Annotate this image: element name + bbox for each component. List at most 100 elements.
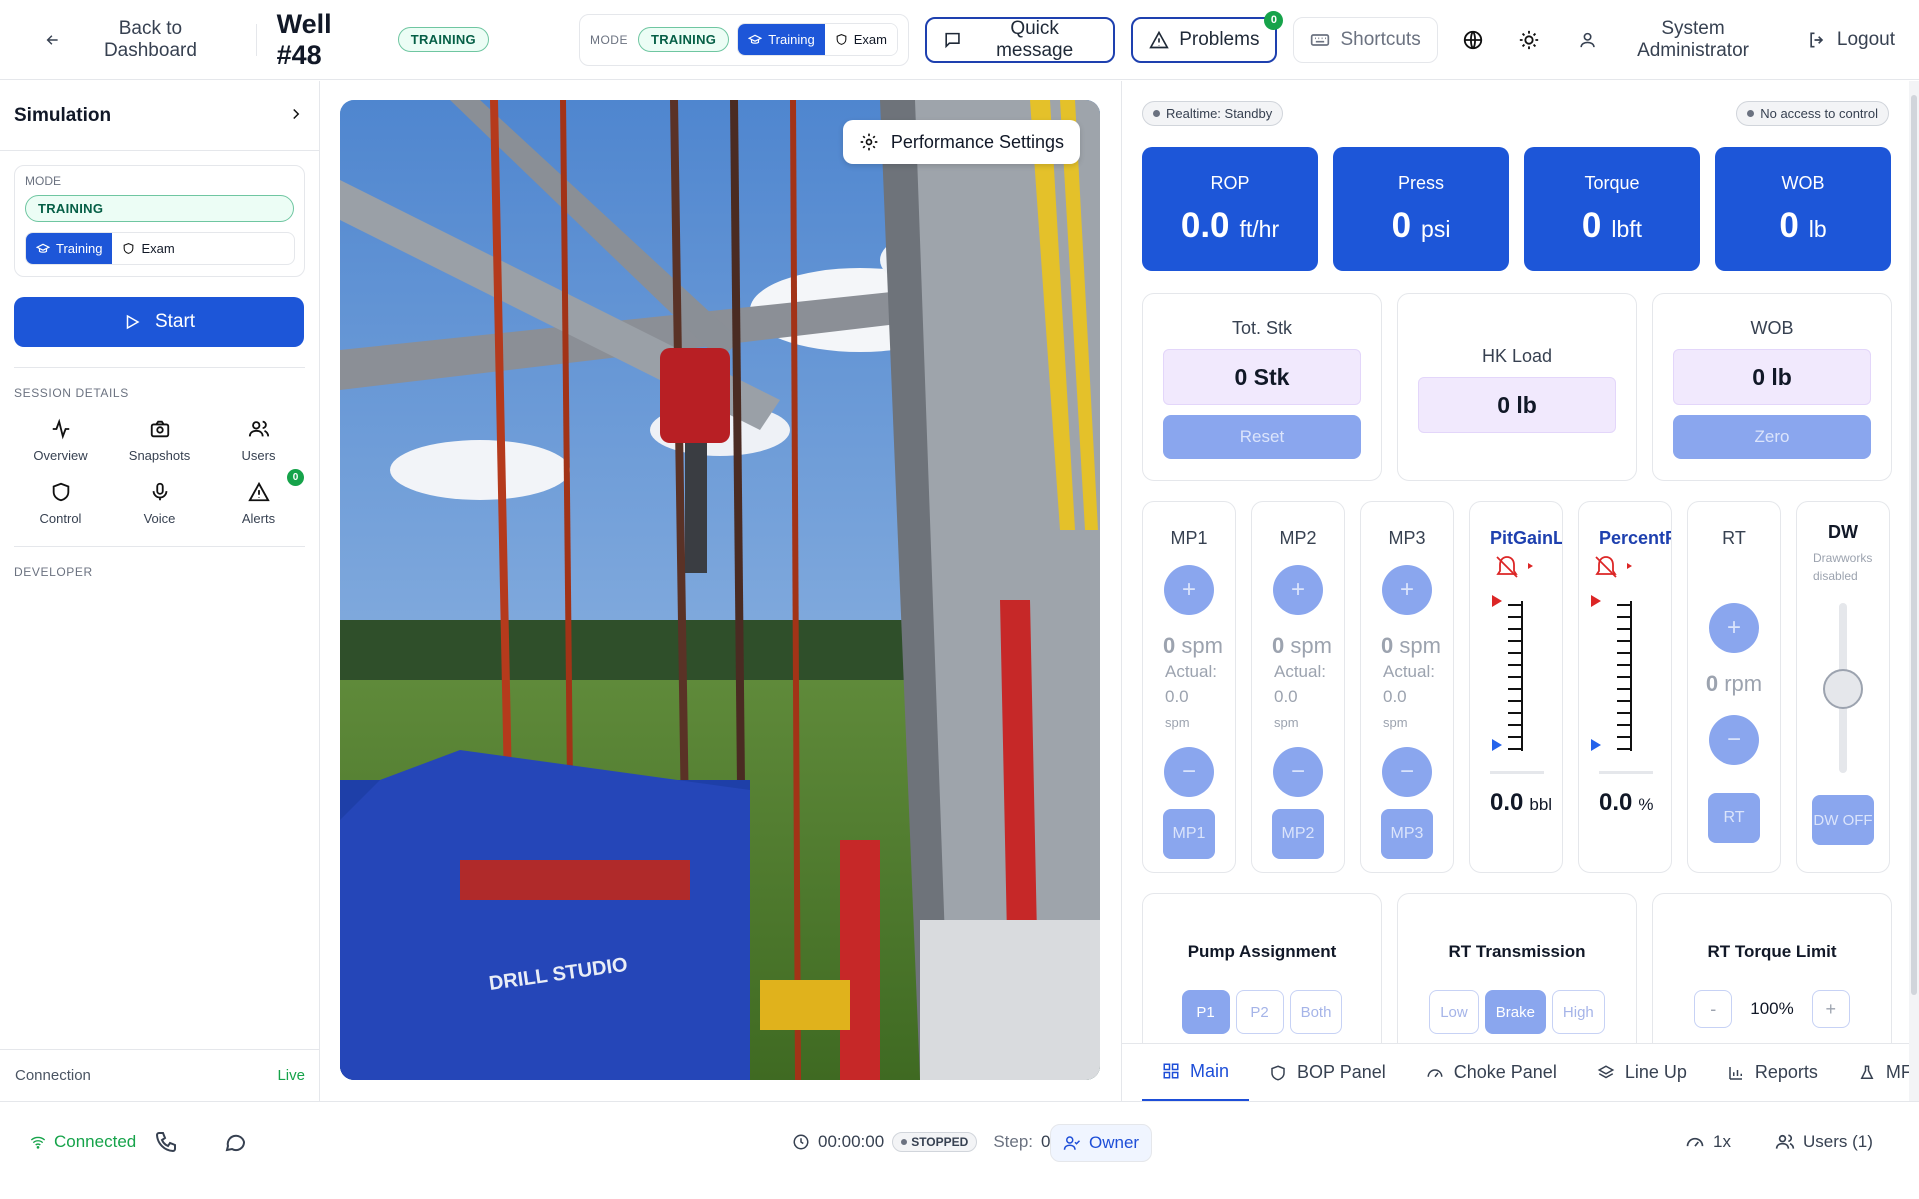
- training-mode-button[interactable]: Training: [738, 24, 825, 55]
- logout-button[interactable]: Logout: [1807, 29, 1895, 51]
- overview-label: Overview: [33, 448, 88, 463]
- owner-label: Owner: [1089, 1133, 1140, 1152]
- user-name: System Administrator: [1637, 17, 1749, 61]
- mp1-toggle-button[interactable]: MP1: [1163, 809, 1215, 859]
- rt-brake-option[interactable]: Brake: [1484, 990, 1546, 1034]
- access-status-pill: No access to control: [1736, 101, 1889, 126]
- wob-card: WOB 0 lb: [1715, 147, 1891, 271]
- mp3-toggle-button[interactable]: MP3: [1381, 809, 1433, 859]
- reset-strokes-button[interactable]: Reset: [1163, 415, 1361, 459]
- tab-reports[interactable]: Reports: [1707, 1044, 1838, 1102]
- mp2-decrease-button[interactable]: −: [1273, 747, 1323, 797]
- pit-gain-high-marker: [1492, 595, 1502, 607]
- pump-p2-option[interactable]: P2: [1235, 990, 1284, 1034]
- back-label: Back to Dashboard: [103, 17, 197, 61]
- tab-main[interactable]: Main: [1142, 1044, 1250, 1102]
- users-count-button[interactable]: Users (1): [1775, 1132, 1873, 1152]
- panel-scrollbar[interactable]: [1909, 81, 1919, 1101]
- mp3-decrease-button[interactable]: −: [1382, 747, 1432, 797]
- collapse-sidebar-button[interactable]: [287, 105, 305, 126]
- mp1-decrease-button[interactable]: −: [1164, 747, 1214, 797]
- timer-value: 00:00:00: [818, 1132, 885, 1151]
- scrollbar-thumb[interactable]: [1911, 95, 1917, 995]
- session-users-button[interactable]: Users: [209, 418, 308, 463]
- zero-wob-button[interactable]: Zero: [1673, 415, 1871, 459]
- sidebar-training-button[interactable]: Training: [26, 233, 113, 264]
- language-globe-button[interactable]: [1452, 18, 1494, 62]
- dw-slider-thumb[interactable]: [1823, 669, 1863, 709]
- wob-readout-card: WOB 0 lb Zero: [1652, 293, 1892, 481]
- session-alerts-button[interactable]: Alerts 0: [209, 469, 308, 526]
- mp3-increase-button[interactable]: +: [1382, 565, 1432, 615]
- mp1-increase-button[interactable]: +: [1164, 565, 1214, 615]
- users-icon: [1775, 1134, 1795, 1149]
- message-square-icon: [945, 32, 960, 48]
- session-overview-button[interactable]: Overview: [11, 418, 110, 463]
- rt-toggle-button[interactable]: RT: [1708, 793, 1760, 843]
- camera-icon: [150, 420, 169, 438]
- performance-settings-button[interactable]: Performance Settings: [842, 120, 1080, 164]
- mp2-value: 0: [1272, 633, 1285, 658]
- tab-line-up[interactable]: Line Up: [1577, 1044, 1707, 1102]
- mp3-title: MP3: [1388, 528, 1426, 548]
- percent-flow-gauge: [1591, 556, 1653, 774]
- developer-heading: DEVELOPER: [14, 565, 93, 579]
- tab-choke-label: Choke Panel: [1453, 1062, 1557, 1082]
- shortcuts-button[interactable]: Shortcuts: [1293, 16, 1438, 63]
- mp2-increase-button[interactable]: +: [1273, 565, 1323, 615]
- speed-button[interactable]: 1x: [1685, 1132, 1731, 1152]
- clock-icon: [793, 1134, 809, 1150]
- back-to-dashboard-button[interactable]: Back to Dashboard: [24, 12, 248, 68]
- session-voice-button[interactable]: Voice: [110, 481, 209, 526]
- dw-title: DW: [1828, 522, 1858, 542]
- microphone-icon: [152, 482, 167, 501]
- rt-decrease-button[interactable]: −: [1709, 715, 1759, 765]
- keyboard-icon: [1311, 33, 1330, 46]
- session-control-button[interactable]: Control: [11, 481, 110, 526]
- sidebar-training-label: Training: [56, 241, 103, 256]
- tab-mffi[interactable]: MFFI: [1838, 1044, 1919, 1102]
- pump-p1-option[interactable]: P1: [1181, 990, 1230, 1034]
- step-label: Step:: [993, 1132, 1034, 1151]
- tab-bop-panel[interactable]: BOP Panel: [1249, 1044, 1406, 1102]
- bar-chart-icon: [1729, 1066, 1742, 1080]
- exam-mode-button[interactable]: Exam: [824, 24, 897, 55]
- quick-message-button[interactable]: Quick message: [924, 16, 1116, 63]
- dw-toggle-button[interactable]: DW OFF: [1812, 795, 1874, 845]
- rt-high-option[interactable]: High: [1551, 990, 1605, 1034]
- wob-unit: lb: [1808, 216, 1827, 242]
- session-snapshots-button[interactable]: Snapshots: [110, 418, 209, 463]
- dw-slider[interactable]: [1823, 603, 1863, 773]
- owner-role-button[interactable]: Owner: [1050, 1124, 1153, 1162]
- pump-both-option[interactable]: Both: [1289, 990, 1343, 1034]
- sidebar-exam-button[interactable]: Exam: [112, 233, 185, 264]
- voice-label: Voice: [143, 511, 176, 526]
- sidebar-mode-segment: Training Exam: [25, 232, 295, 265]
- theme-toggle-button[interactable]: [1508, 18, 1550, 62]
- percent-flow-high-marker: [1591, 595, 1601, 607]
- rt-low-option[interactable]: Low: [1429, 990, 1479, 1034]
- call-button[interactable]: [154, 1130, 178, 1154]
- layers-icon: [1597, 1064, 1615, 1078]
- problems-button[interactable]: Problems 0: [1131, 10, 1284, 63]
- mp2-toggle-button[interactable]: MP2: [1272, 809, 1324, 859]
- percent-flow-bar-track: [1599, 771, 1653, 774]
- chat-button[interactable]: [223, 1130, 247, 1154]
- tab-choke-panel[interactable]: Choke Panel: [1406, 1044, 1577, 1102]
- sidebar-header: Simulation: [0, 81, 319, 151]
- start-simulation-button[interactable]: Start: [14, 297, 304, 347]
- connection-footer: Connection Live: [0, 1049, 320, 1101]
- mp1-value: 0: [1163, 633, 1176, 658]
- torque-limit-decrease-button[interactable]: -: [1694, 990, 1733, 1028]
- hook-load-card: HK Load 0 lb: [1397, 293, 1637, 481]
- torque-value: 0: [1581, 206, 1602, 245]
- simulation-3d-viewport[interactable]: DRILL STUDIO Performance Settings: [340, 100, 1100, 1080]
- well-title: Well #48: [276, 8, 332, 70]
- torque-limit-increase-button[interactable]: +: [1811, 990, 1850, 1028]
- torque-card: Torque 0 lbft: [1524, 147, 1700, 271]
- user-menu-button[interactable]: System Administrator: [1578, 18, 1779, 62]
- chevron-right-icon: [293, 108, 300, 120]
- mode-value-badge: TRAINING: [637, 27, 730, 52]
- connection-status: Live: [277, 1067, 305, 1084]
- rt-increase-button[interactable]: +: [1709, 603, 1759, 653]
